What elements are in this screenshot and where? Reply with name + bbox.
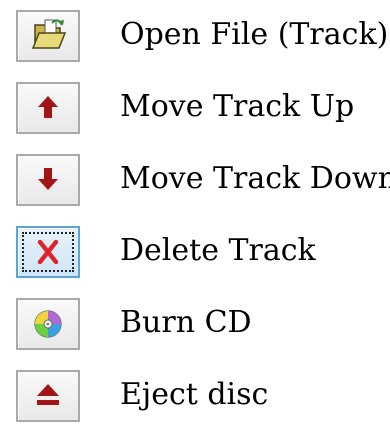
toolbar-row-move-up: Move Track Up xyxy=(0,72,390,144)
toolbar-row-move-down: Move Track Down xyxy=(0,144,390,216)
move-track-up-button[interactable] xyxy=(16,82,80,134)
move-track-down-button[interactable] xyxy=(16,154,80,206)
toolbar-row-delete: Delete Track xyxy=(0,216,390,288)
eject-disc-button[interactable] xyxy=(16,370,80,422)
burn-cd-label: Burn CD xyxy=(120,305,252,340)
open-folder-icon xyxy=(31,19,67,49)
move-track-down-label: Move Track Down xyxy=(120,161,390,196)
open-file-label: Open File (Track) xyxy=(120,17,389,52)
toolbar-row-open-file: Open File (Track) xyxy=(0,0,390,72)
toolbar-row-eject: Eject disc xyxy=(0,360,390,432)
open-file-button[interactable] xyxy=(16,10,80,62)
arrow-down-icon xyxy=(38,168,58,190)
eject-icon xyxy=(37,384,59,405)
move-track-up-label: Move Track Up xyxy=(120,89,355,124)
delete-track-label: Delete Track xyxy=(120,233,316,268)
delete-track-button[interactable] xyxy=(16,226,80,278)
delete-x-icon xyxy=(37,239,59,265)
toolbar-row-burn-cd: Burn CD xyxy=(0,288,390,360)
cd-disc-icon xyxy=(34,310,62,338)
burn-cd-button[interactable] xyxy=(16,298,80,350)
eject-disc-label: Eject disc xyxy=(120,377,269,412)
arrow-up-icon xyxy=(38,96,58,118)
